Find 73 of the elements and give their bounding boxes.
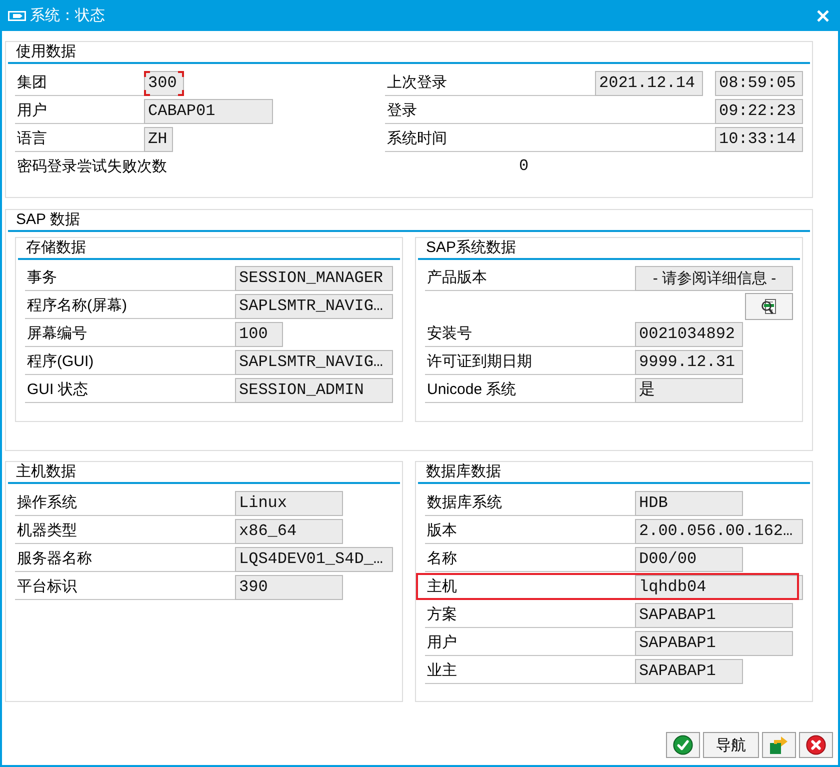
field-label: 用户 — [17, 102, 47, 120]
value-field: D00/00 — [635, 547, 743, 572]
field-label: 上次登录 — [387, 74, 447, 92]
field-label: 语言 — [17, 130, 47, 148]
time-field: 09:22:23 — [715, 99, 803, 124]
group-title: 数据库数据 — [426, 463, 501, 481]
field-label: 平台标识 — [17, 578, 77, 596]
check-icon — [673, 735, 693, 755]
field-label: 密码登录尝试失败次数 — [17, 158, 167, 176]
value-field: SAPLSMTR_NAVIG… — [235, 294, 393, 319]
field-label: 登录 — [387, 102, 417, 120]
details-button[interactable] — [745, 293, 793, 320]
field-label: 程序(GUI) — [27, 352, 94, 370]
window-title: 系统：状态 — [30, 6, 105, 24]
field-label: 版本 — [427, 522, 457, 540]
field-label: 集团 — [17, 74, 47, 92]
confirm-button[interactable] — [666, 732, 700, 758]
transfer-button[interactable] — [762, 732, 796, 758]
value-field: CABAP01 — [144, 99, 273, 124]
group-title: SAP系统数据 — [426, 239, 516, 257]
value-field: Linux — [235, 491, 343, 516]
field-label: 业主 — [427, 662, 457, 680]
field-label: 用户 — [427, 634, 457, 652]
value-field: HDB — [635, 491, 743, 516]
group-title: SAP 数据 — [16, 211, 80, 229]
time-field: 10:33:14 — [715, 127, 803, 152]
group-title: 主机数据 — [16, 463, 76, 481]
group-title: 存储数据 — [26, 239, 86, 257]
value-field: SAPABAP1 — [635, 659, 743, 684]
value-field: 是 — [635, 378, 743, 403]
field-label: 事务 — [27, 268, 57, 286]
value-field: ZH — [144, 127, 173, 152]
navigation-button[interactable]: 导航 — [703, 732, 759, 758]
field-label: 程序名称(屏幕) — [27, 296, 127, 314]
field-label: 许可证到期日期 — [427, 352, 532, 370]
value-field: - 请参阅详细信息 - — [635, 266, 793, 291]
field-label: 服务器名称 — [17, 550, 92, 568]
cancel-button[interactable] — [799, 732, 833, 758]
field-label: Unicode 系统 — [427, 380, 516, 398]
value-field: 100 — [235, 322, 283, 347]
value-field: LQS4DEV01_S4D_… — [235, 547, 393, 572]
field-label: 主机 — [427, 578, 457, 596]
count-value: 0 — [519, 156, 529, 176]
value-field: 0021034892 — [635, 322, 743, 347]
field-label: GUI 状态 — [27, 380, 88, 398]
square-arrow-icon — [769, 735, 789, 755]
field-label: 屏幕编号 — [27, 324, 87, 342]
field-label: 机器类型 — [17, 522, 77, 540]
field-label: 系统时间 — [387, 130, 447, 148]
value-field: SAPLSMTR_NAVIG… — [235, 350, 393, 375]
close-icon[interactable] — [817, 10, 829, 22]
field-label: 安装号 — [427, 324, 472, 342]
field-label: 数据库系统 — [427, 494, 502, 512]
value-field: SAPABAP1 — [635, 631, 793, 656]
group-title: 使用数据 — [16, 43, 76, 61]
value-field: 9999.12.31 — [635, 350, 743, 375]
value-field: 390 — [235, 575, 343, 600]
value-field: lqhdb04 — [635, 575, 803, 600]
value-field: SAPABAP1 — [635, 603, 793, 628]
field-label: 操作系统 — [17, 494, 77, 512]
cancel-icon — [806, 735, 826, 755]
field-label: 产品版本 — [427, 268, 487, 286]
value-field: x86_64 — [235, 519, 343, 544]
value-field: SESSION_ADMIN — [235, 378, 393, 403]
date-field: 2021.12.14 — [595, 71, 703, 96]
field-label: 方案 — [427, 606, 457, 624]
document-search-icon — [760, 298, 778, 316]
value-field: SESSION_MANAGER — [235, 266, 393, 291]
window-menu-icon[interactable] — [8, 10, 26, 20]
field-label: 名称 — [427, 550, 457, 568]
time-field: 08:59:05 — [715, 71, 803, 96]
value-field: 2.00.056.00.162… — [635, 519, 803, 544]
value-field: 300 — [144, 71, 184, 96]
